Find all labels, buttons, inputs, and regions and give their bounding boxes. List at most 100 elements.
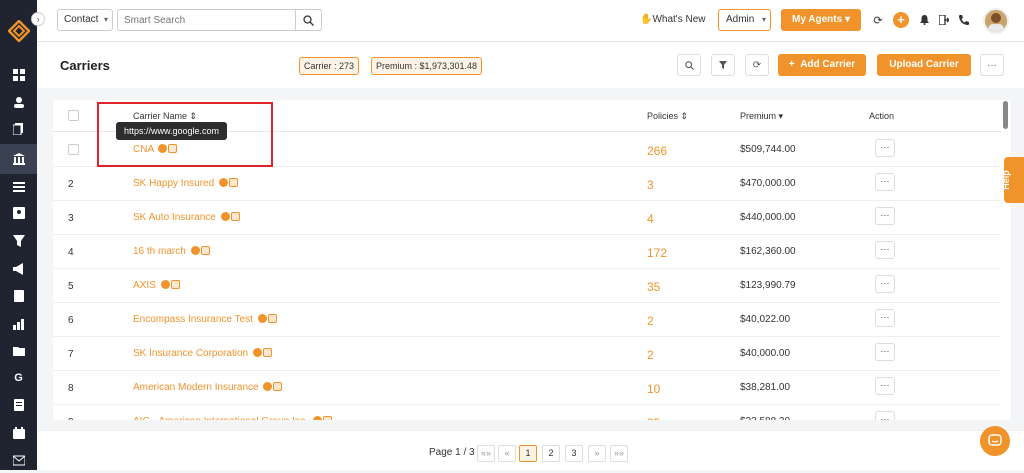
globe-icon[interactable] [263,382,273,391]
more-options-button[interactable]: ··· [980,54,1004,76]
google-icon[interactable]: G [0,365,37,391]
mail-icon[interactable] [0,447,37,473]
carrier-name-link[interactable]: AIG - American International Group Inc. [133,416,332,420]
table-row[interactable]: 6 Encompass Insurance Test 2 $40,022.00 ··· [53,303,1001,337]
table-row[interactable]: 5 AXIS 35 $123,990.79 ··· [53,269,1001,303]
next-page-button[interactable]: » [588,445,606,462]
whats-new-link[interactable]: ✋What's New [640,14,706,25]
carrier-name-link[interactable]: SK Auto Insurance [133,212,240,223]
row-action-button[interactable]: ··· [875,411,895,420]
table-row[interactable]: 2 SK Happy Insured 3 $470,000.00 ··· [53,167,1001,201]
policies-count[interactable]: 2 [647,314,654,328]
page-2-button[interactable]: 2 [542,445,560,462]
documents-icon[interactable] [0,116,37,142]
contact-select[interactable]: Contact ▾ [57,9,113,31]
policies-count[interactable]: 172 [647,246,667,260]
contact-card-icon[interactable] [0,200,37,226]
carriers-bank-icon[interactable] [0,144,37,174]
logout-icon[interactable] [937,13,951,27]
policies-count[interactable]: 266 [647,144,667,158]
megaphone-icon[interactable] [0,256,37,282]
building-icon[interactable] [230,212,240,221]
globe-icon[interactable] [252,348,262,357]
premium-header[interactable]: Premium ▾ [740,111,783,122]
policies-count[interactable]: 10 [647,382,660,396]
globe-icon[interactable] [160,280,170,289]
carrier-name-link[interactable]: American Modern Insurance [133,382,283,393]
refresh-icon[interactable]: ⟳ [871,13,885,27]
admin-select[interactable]: Admin ▾ [718,9,771,31]
building-icon[interactable] [200,246,210,255]
row-action-button[interactable]: ··· [875,377,895,395]
report-icon[interactable] [0,283,37,309]
building-icon[interactable] [170,280,180,289]
carrier-name-link[interactable]: SK Insurance Corporation [133,348,272,359]
add-carrier-button[interactable]: + Add Carrier [778,54,866,76]
select-all-checkbox[interactable] [68,110,79,121]
row-action-button[interactable]: ··· [875,241,895,259]
user-avatar[interactable] [983,8,1009,34]
policies-count[interactable]: 35 [647,280,660,294]
analytics-icon[interactable] [0,311,37,337]
building-icon[interactable] [262,348,272,357]
folder-icon[interactable] [0,338,37,364]
quick-add-button[interactable]: + [893,12,909,28]
chat-widget-button[interactable] [980,426,1010,456]
policies-count[interactable]: 4 [647,212,654,226]
building-icon[interactable] [273,382,283,391]
carrier-name-link[interactable]: SK Happy Insured [133,178,238,189]
search-toggle-button[interactable] [677,54,701,76]
policies-header[interactable]: Policies ⇕ [647,111,688,122]
contacts-icon[interactable] [0,89,37,115]
table-scrollbar[interactable] [1003,101,1008,129]
first-page-button[interactable]: «» [477,445,495,462]
row-action-button[interactable]: ··· [875,275,895,293]
search-input[interactable] [117,9,321,31]
globe-icon[interactable] [257,314,267,323]
table-row[interactable]: 8 American Modern Insurance 10 $38,281.00 ·… [53,371,1001,405]
row-action-button[interactable]: ··· [875,343,895,361]
page-1-button[interactable]: 1 [519,445,537,462]
row-action-button[interactable]: ··· [875,173,895,191]
phone-icon[interactable] [957,13,971,27]
table-row[interactable]: 7 SK Insurance Corporation 2 $40,000.00 ··· [53,337,1001,371]
my-agents-button[interactable]: My Agents ▾ [781,9,861,31]
table-row[interactable]: 9 AIG - American International Group Inc.… [53,405,1001,420]
app-logo-icon[interactable] [8,20,30,42]
carrier-name-link[interactable]: Encompass Insurance Test [133,314,277,325]
form-icon[interactable] [0,392,37,418]
building-icon[interactable] [267,314,277,323]
last-page-button[interactable]: »» [610,445,628,462]
upload-carrier-button[interactable]: Upload Carrier [877,54,971,76]
policies-count[interactable]: 3 [647,178,654,192]
table-row[interactable]: 3 SK Auto Insurance 4 $440,000.00 ··· [53,201,1001,235]
filter-button[interactable] [711,54,735,76]
row-number: 4 [68,247,74,258]
carrier-name-link[interactable]: 16 th march [133,246,210,257]
building-icon[interactable] [322,416,332,420]
help-tab[interactable]: Help [1001,157,1024,203]
prev-page-button[interactable]: « [498,445,516,462]
list-icon[interactable] [0,174,37,200]
search-button[interactable] [295,9,322,31]
calendar-icon[interactable] [0,420,37,446]
sidebar-toggle-button[interactable]: › [31,12,45,26]
page-3-button[interactable]: 3 [565,445,583,462]
policies-count[interactable]: 35 [647,416,660,420]
row-action-button[interactable]: ··· [875,309,895,327]
bell-icon[interactable] [917,13,931,27]
funnel-icon[interactable] [0,228,37,254]
row-action-button[interactable]: ··· [875,139,895,157]
row-action-button[interactable]: ··· [875,207,895,225]
globe-icon[interactable] [190,246,200,255]
globe-icon[interactable] [220,212,230,221]
refresh-button[interactable]: ⟳ [745,54,769,76]
carrier-name-link[interactable]: AXIS [133,280,180,291]
globe-icon[interactable] [218,178,228,187]
policies-count[interactable]: 2 [647,348,654,362]
building-icon[interactable] [228,178,238,187]
globe-icon[interactable] [312,416,322,420]
table-row[interactable]: 4 16 th march 172 $162,360.00 ··· [53,235,1001,269]
dashboard-icon[interactable] [0,62,37,88]
row-checkbox[interactable] [68,144,79,155]
